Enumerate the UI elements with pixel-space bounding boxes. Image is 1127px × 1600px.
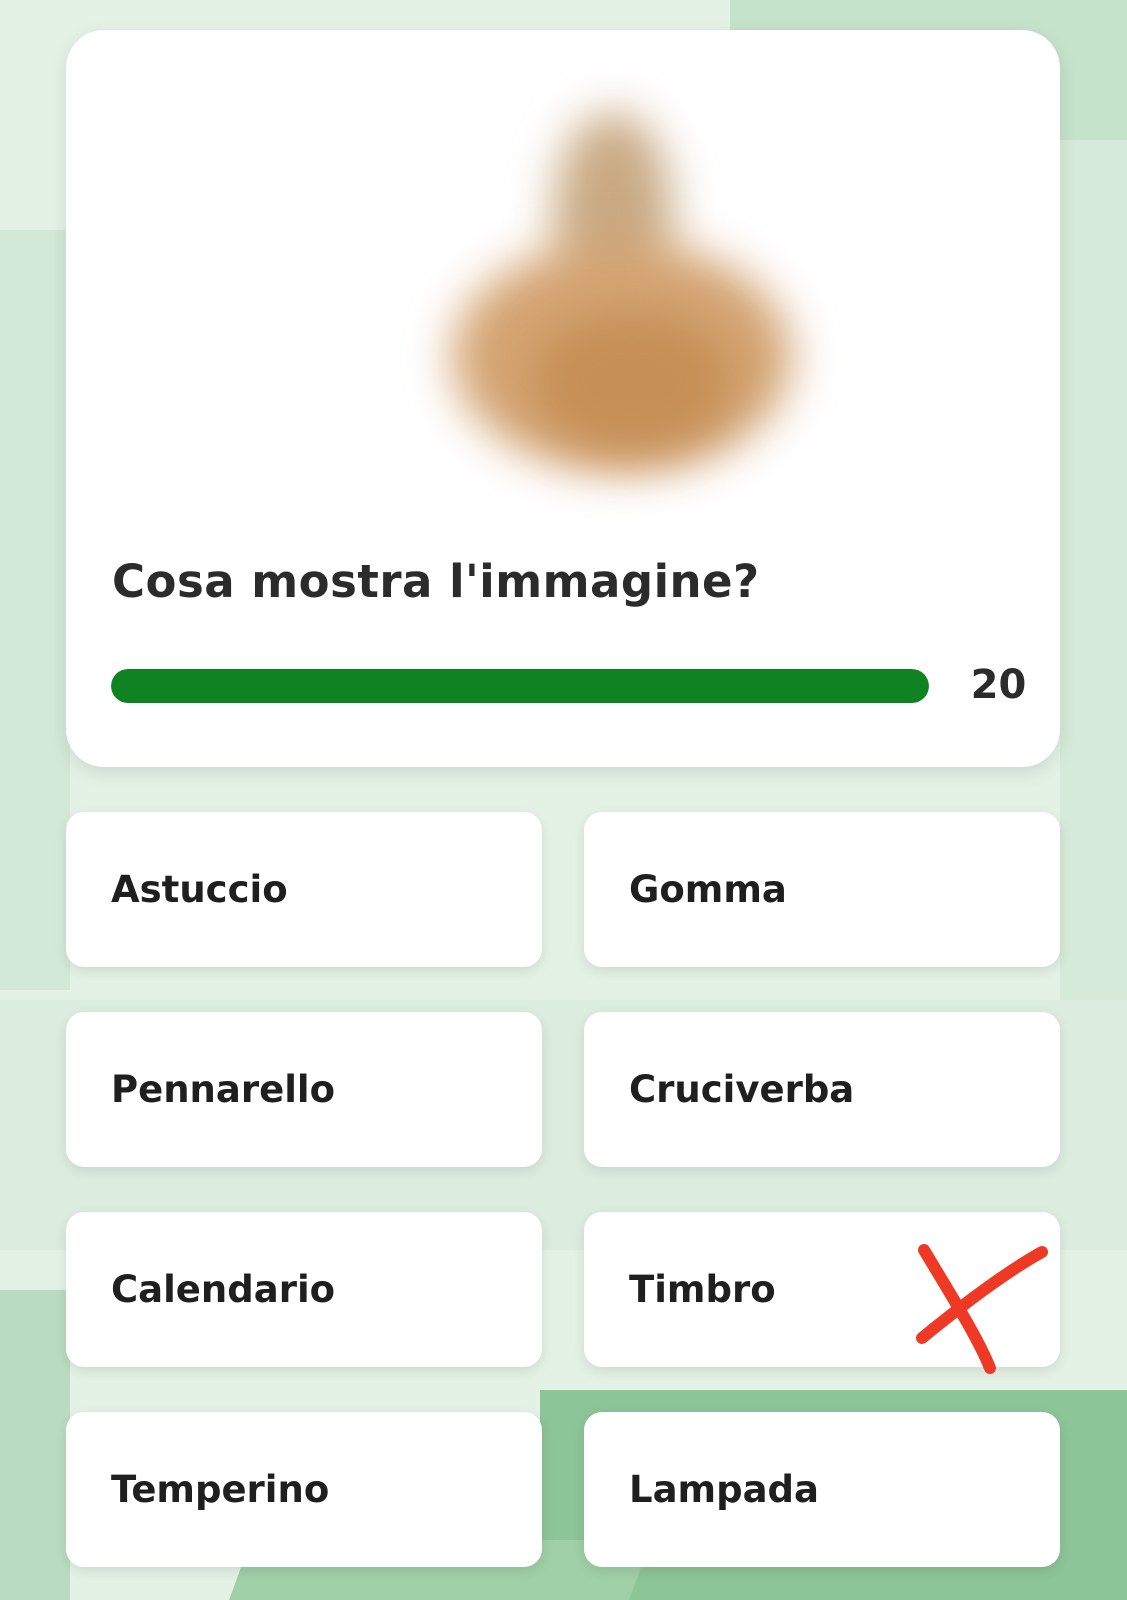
answer-option-temperino[interactable]: Temperino [66,1412,542,1567]
answer-grid: Astuccio Gomma Pennarello Cruciverba Cal… [66,812,1060,1567]
answer-label: Timbro [629,1268,776,1311]
answer-option-calendario[interactable]: Calendario [66,1212,542,1367]
x-mark-icon [916,1244,1048,1374]
answer-label: Lampada [629,1468,820,1511]
answer-option-lampada[interactable]: Lampada [584,1412,1060,1567]
timer-bar-fill [111,669,929,703]
question-card: Cosa mostra l'immagine? 20 [66,30,1060,767]
answer-option-pennarello[interactable]: Pennarello [66,1012,542,1167]
answer-label: Astuccio [111,868,288,911]
answer-option-astuccio[interactable]: Astuccio [66,812,542,967]
answer-label: Gomma [629,868,787,911]
answer-label: Pennarello [111,1068,335,1111]
answer-option-timbro[interactable]: Timbro [584,1212,1060,1374]
blurred-photo [442,82,832,522]
question-text: Cosa mostra l'immagine? [112,555,760,608]
answer-label: Cruciverba [629,1068,855,1111]
answer-option-gomma[interactable]: Gomma [584,812,1060,967]
answer-label: Calendario [111,1268,336,1311]
answer-option-cruciverba[interactable]: Cruciverba [584,1012,1060,1167]
timer-bar [111,669,929,703]
answer-label: Temperino [111,1468,330,1511]
timer-value: 20 [970,662,1027,708]
